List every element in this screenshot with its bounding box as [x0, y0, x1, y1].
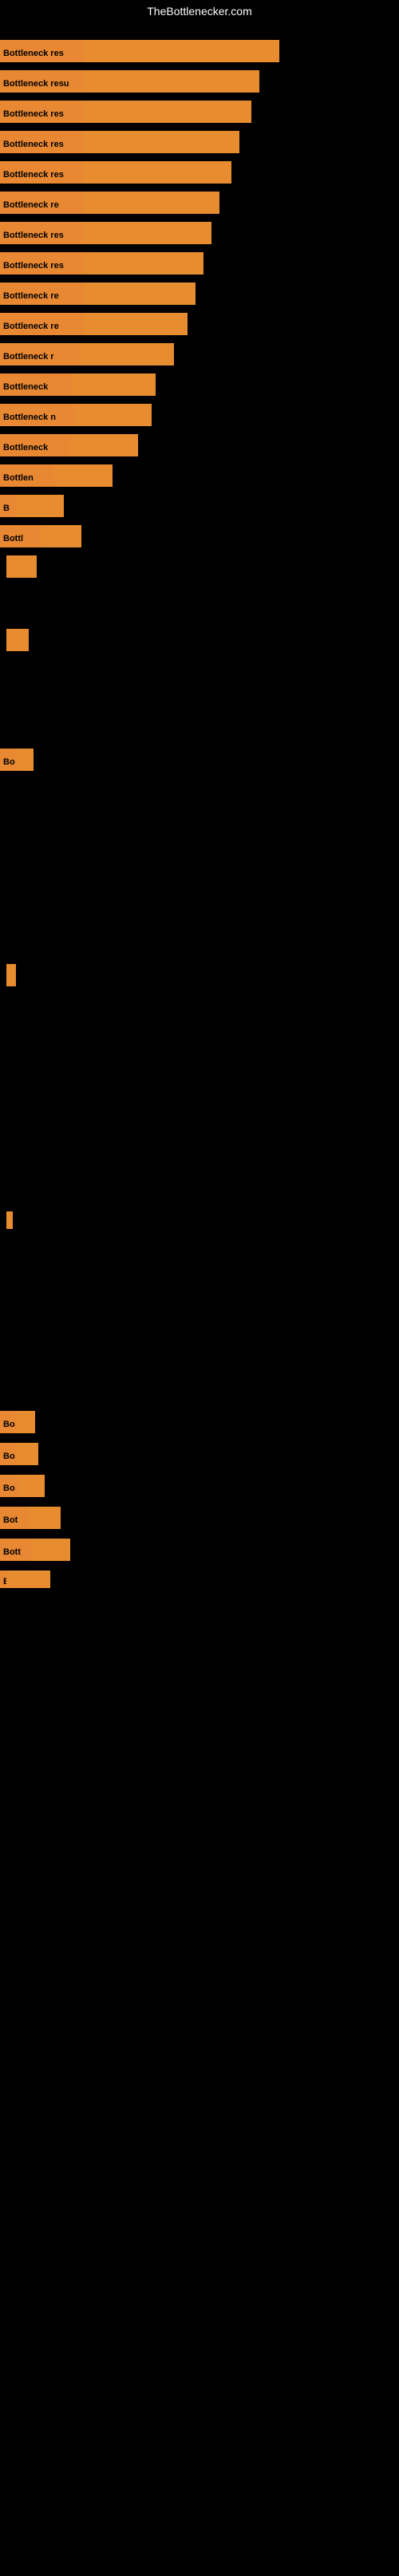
bottleneck-bar: [0, 629, 29, 651]
bottleneck-label: Bottleneck: [0, 434, 70, 456]
bottleneck-label: Bo: [0, 1411, 18, 1433]
bottleneck-bar: B: [0, 495, 64, 517]
bar-line: [84, 313, 188, 335]
bottleneck-bar: Bottleneck n: [0, 404, 152, 426]
bar-line: [16, 495, 64, 517]
bottleneck-label: B: [0, 495, 16, 517]
bottleneck-label: Bo: [0, 749, 18, 771]
bar-line: [18, 749, 34, 771]
bar-line: [18, 1443, 38, 1465]
bottleneck-label: Bottleneck re: [0, 313, 84, 335]
bottleneck-bar: Bottleneck res: [0, 131, 239, 153]
bottleneck-bar: Bottleneck resu: [0, 70, 259, 93]
bottleneck-label: Bottleneck resu: [0, 70, 84, 93]
bottleneck-bar: Bottleneck re: [0, 282, 196, 305]
bottleneck-bar: Bottleneck: [0, 434, 138, 456]
bottleneck-label: Bott: [0, 1539, 32, 1561]
bottleneck-bar: Bot: [0, 1507, 61, 1529]
bar-line: [76, 404, 152, 426]
bar-line: [32, 1539, 70, 1561]
bottleneck-label: Bo: [0, 1475, 19, 1497]
bottleneck-label: Bot: [0, 1507, 29, 1529]
bottleneck-bar: Bottleneck: [0, 373, 156, 396]
bottleneck-bar: Bott: [0, 1539, 70, 1561]
bar-line: [84, 131, 239, 153]
bottleneck-bar: Bo: [0, 1443, 38, 1465]
bar-line: [54, 464, 113, 487]
bottleneck-bar: Bottleneck r: [0, 343, 174, 365]
bottleneck-label: Bottleneck re: [0, 192, 84, 214]
bottleneck-bar: [0, 555, 37, 578]
bottleneck-bar: Bottleneck res: [0, 40, 279, 62]
bottleneck-bar: Bottleneck re: [0, 313, 188, 335]
bottleneck-bar: Bo: [0, 1411, 35, 1433]
bottleneck-label: Bottlen: [0, 464, 54, 487]
bottleneck-label: Bottleneck r: [0, 343, 80, 365]
bar-line: [6, 555, 37, 578]
bottleneck-label: Bottl: [0, 525, 41, 547]
bottleneck-bar: [0, 1211, 13, 1229]
bottleneck-bar: Bottl: [0, 525, 81, 547]
bottleneck-bar: Bottleneck res: [0, 101, 251, 123]
bottleneck-label: Bottleneck res: [0, 222, 84, 244]
bottleneck-label: Bottleneck n: [0, 404, 76, 426]
bottleneck-label: Bottleneck res: [0, 131, 84, 153]
bottleneck-bar: [0, 964, 16, 986]
bar-line: [84, 222, 211, 244]
bar-line: [84, 192, 219, 214]
bar-line: [41, 525, 81, 547]
bar-line: [6, 629, 29, 651]
bar-line: [6, 964, 16, 986]
bottleneck-bar: Bottleneck re: [0, 192, 219, 214]
bar-line: [84, 40, 279, 62]
bottleneck-label: Bottleneck res: [0, 101, 84, 123]
bar-line: [72, 373, 156, 396]
bottleneck-label: Bottleneck re: [0, 282, 84, 305]
bar-line: [6, 1211, 13, 1229]
bottleneck-bar: Bo: [0, 1475, 45, 1497]
bar-line: [18, 1411, 35, 1433]
bar-line: [84, 252, 203, 275]
bar-line: [84, 282, 196, 305]
bottleneck-label: Bo: [0, 1443, 18, 1465]
bottleneck-label: Bottleneck: [0, 373, 72, 396]
bottleneck-bar: Bottleneck res: [0, 252, 203, 275]
bottleneck-bar: Bo: [0, 749, 34, 771]
bar-line: [84, 101, 251, 123]
bottleneck-bar: Bottleneck res: [0, 161, 231, 184]
bottleneck-label: Bottleneck res: [0, 161, 84, 184]
bar-line: [6, 1570, 50, 1588]
bar-line: [70, 434, 138, 456]
bottleneck-bar: B: [0, 1570, 50, 1588]
bar-line: [84, 161, 231, 184]
bottleneck-bar: Bottleneck res: [0, 222, 211, 244]
bottleneck-label: B: [0, 1570, 6, 1588]
bottleneck-label: Bottleneck res: [0, 252, 84, 275]
bar-line: [29, 1507, 61, 1529]
bar-line: [80, 343, 174, 365]
bar-line: [84, 70, 259, 93]
bottleneck-bar: Bottlen: [0, 464, 113, 487]
bottleneck-label: Bottleneck res: [0, 40, 84, 62]
site-title: TheBottlenecker.com: [0, 0, 399, 22]
bar-line: [19, 1475, 45, 1497]
